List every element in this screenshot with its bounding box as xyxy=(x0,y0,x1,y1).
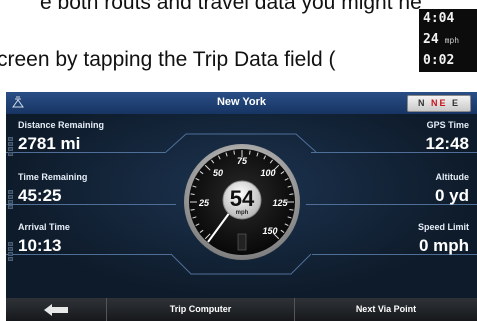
compass-e: E xyxy=(452,98,461,108)
gauge-tick xyxy=(233,150,235,155)
widget-speed: 24 mph xyxy=(423,32,459,47)
time-remaining-field[interactable]: Time Remaining 45:25 xyxy=(18,172,87,206)
top-bar: New York N NE E xyxy=(6,92,477,114)
field-value: 10:13 xyxy=(18,236,62,255)
field-indicator xyxy=(8,190,13,214)
widget-speed-unit: mph xyxy=(444,36,460,45)
field-label: Speed Limit xyxy=(417,222,469,232)
widget-time: 4:04 xyxy=(423,11,455,26)
next-via-point-button[interactable]: Next Via Point xyxy=(294,298,477,321)
gps-time-field[interactable]: GPS Time 12:48 xyxy=(426,120,469,154)
field-label: GPS Time xyxy=(426,120,469,130)
field-label: Altitude xyxy=(435,172,470,182)
scale-label: 100 xyxy=(260,168,275,178)
back-button[interactable] xyxy=(6,298,106,321)
field-value: 12:48 xyxy=(425,134,469,153)
compass-bar[interactable]: N NE E xyxy=(407,95,471,112)
scale-label: 75 xyxy=(237,156,248,166)
compass-ne: NE xyxy=(430,98,448,108)
distance-remaining-field[interactable]: Distance Remaining 2781 mi xyxy=(18,120,104,154)
field-value: 2781 mi xyxy=(18,134,81,153)
scale-label: 25 xyxy=(198,198,210,208)
field-value: 45:25 xyxy=(18,186,62,205)
gauge-level-indicator xyxy=(237,233,247,251)
widget-duration: 0:02 xyxy=(423,53,455,68)
speedometer[interactable]: 25 50 75 100 125 150 54 mph xyxy=(182,142,302,262)
scale-label: 50 xyxy=(213,168,223,178)
field-label: Arrival Time xyxy=(18,222,70,232)
arrival-time-field[interactable]: Arrival Time 10:13 xyxy=(18,222,70,256)
field-indicator xyxy=(8,242,13,266)
back-arrow-icon xyxy=(44,303,68,316)
compass-n: N xyxy=(417,98,427,108)
current-speed: 54 xyxy=(230,186,255,211)
document-text-line: e both routs and travel data you might n… xyxy=(40,0,422,14)
widget-speed-value: 24 xyxy=(423,32,439,47)
gauge-tick xyxy=(190,209,195,211)
document-text-line: creen by tapping the Trip Data field ( xyxy=(0,48,336,71)
gauge-tick xyxy=(190,193,195,195)
trip-data-panel: Distance Remaining 2781 mi Time Remainin… xyxy=(6,114,477,298)
scale-label: 125 xyxy=(272,198,288,208)
field-label: Time Remaining xyxy=(18,172,88,182)
field-label: Distance Remaining xyxy=(18,120,105,130)
trip-computer-button[interactable]: Trip Computer xyxy=(106,298,294,321)
bottom-bar: Trip Computer Next Via Point xyxy=(6,298,477,321)
altitude-field[interactable]: Altitude 0 yd xyxy=(435,172,469,206)
field-value: 0 yd xyxy=(434,186,469,205)
trip-computer-screen: New York N NE E Distance Remaining 2781 … xyxy=(6,92,477,321)
gauge-tick xyxy=(249,150,251,155)
gauge-tick xyxy=(289,193,294,195)
field-value: 0 mph xyxy=(418,236,469,255)
scale-label: 150 xyxy=(262,226,277,236)
trip-data-field-widget: 4:04 24 mph 0:02 xyxy=(419,9,477,72)
field-indicator xyxy=(8,137,13,161)
speed-unit: mph xyxy=(236,210,249,216)
gauge-tick xyxy=(289,209,294,211)
speed-limit-field[interactable]: Speed Limit 0 mph xyxy=(418,222,469,256)
